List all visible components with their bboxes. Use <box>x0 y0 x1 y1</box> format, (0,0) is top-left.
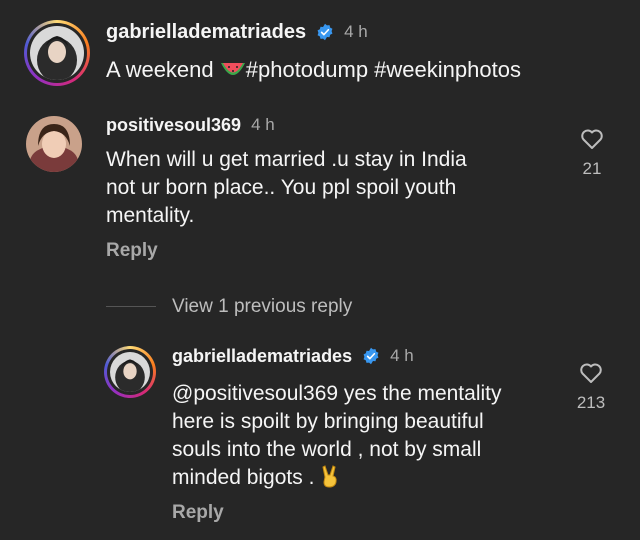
reply-line: here is spoilt by bringing beautiful <box>172 410 484 433</box>
comment-header: positivesoul369 4 h <box>106 112 275 138</box>
comment-like-count: 21 <box>582 159 602 178</box>
reply-username[interactable]: gabrielladematriades <box>172 346 352 367</box>
verified-badge-icon <box>317 23 333 41</box>
heart-icon[interactable] <box>579 362 603 384</box>
caption-hashtags[interactable]: #photodump #weekinphotos <box>246 57 521 82</box>
reply-like[interactable]: 213 <box>571 362 611 413</box>
watermelon-emoji-icon <box>220 63 245 75</box>
comment-line: mentality. <box>106 204 195 227</box>
caption-header: gabrielladematriades 4 h <box>106 18 368 46</box>
view-previous-replies[interactable]: View 1 previous reply <box>172 296 352 318</box>
commenter-avatar[interactable] <box>26 116 82 172</box>
comment-reply-button[interactable]: Reply <box>106 240 158 262</box>
profile-photo <box>30 26 84 80</box>
comment-like[interactable]: 21 <box>572 128 612 179</box>
comment-text: When will u get married .u stay in India… <box>106 146 467 230</box>
commenter-photo <box>26 116 82 172</box>
reply-reply-button[interactable]: Reply <box>172 502 224 524</box>
reply-line: souls into the world , not by small <box>172 438 482 461</box>
comment-time: 4 h <box>251 115 275 134</box>
view-replies-divider <box>106 306 156 307</box>
reply-text: @positivesoul369 yes the mentality here … <box>172 380 502 492</box>
comment-username[interactable]: positivesoul369 <box>106 115 241 136</box>
comment-line: When will u get married .u stay in India <box>106 148 467 171</box>
verified-badge-icon <box>363 347 379 365</box>
comment-line: not ur born place.. You ppl spoil youth <box>106 176 457 199</box>
reply-line: minded bigots . <box>172 464 502 492</box>
reply-header: gabrielladematriades 4 h <box>172 343 414 369</box>
caption-time: 4 h <box>344 22 368 41</box>
reply-line: @positivesoul369 yes the mentality <box>172 382 502 405</box>
heart-icon[interactable] <box>580 128 604 150</box>
reply-profile-photo <box>110 352 150 392</box>
reply-like-count: 213 <box>576 393 606 412</box>
reply-avatar[interactable] <box>104 346 156 398</box>
caption-avatar[interactable] <box>24 20 90 86</box>
caption-username[interactable]: gabrielladematriades <box>106 21 306 44</box>
victory-hand-emoji-icon <box>322 465 337 488</box>
reply-time: 4 h <box>390 346 414 365</box>
caption-text: A weekend #photodump #weekinphotos <box>106 57 521 82</box>
